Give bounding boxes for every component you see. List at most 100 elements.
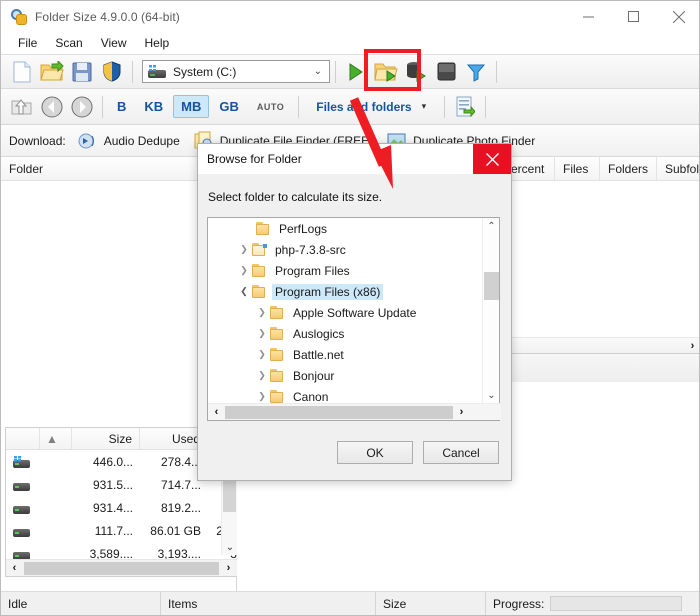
download-link-audio-dedupe[interactable]: Audio Dedupe [78, 132, 180, 150]
drive-icon [6, 496, 72, 519]
toolbar2-separator [102, 95, 103, 118]
column-header-folders[interactable]: Folders [600, 156, 657, 181]
window-title: Folder Size 4.9.0.0 (64-bit) [35, 9, 180, 24]
filter-funnel-icon[interactable] [461, 57, 491, 87]
scroll-up-icon[interactable]: ⌃ [483, 218, 500, 235]
tree-item-label: php-7.3.8-src [275, 242, 346, 257]
annotation-highlight-box [364, 49, 421, 91]
chevron-right-icon[interactable]: ❯ [236, 260, 252, 281]
folder-size-main-window: Folder Size 4.9.0.0 (64-bit) File Scan V… [0, 0, 700, 616]
table-row[interactable]: 931.4... 819.2... 112.2.. [6, 496, 237, 519]
tree-vscrollbar[interactable]: ⌃ ⌄ [482, 218, 499, 404]
tree-item-auslogics[interactable]: ❯ Auslogics [208, 323, 483, 344]
unit-button-gb[interactable]: GB [211, 95, 247, 118]
column-header-folder[interactable]: Folder [1, 156, 201, 181]
unit-button-kb[interactable]: KB [136, 95, 171, 118]
browse-for-folder-dialog: Browse for Folder Select folder to calcu… [197, 143, 512, 481]
folder-icon [270, 390, 285, 403]
toolbar-separator-3 [496, 60, 497, 83]
up-folder-icon[interactable] [7, 92, 37, 122]
tree-item-label: Auslogics [293, 326, 345, 341]
chevron-right-icon[interactable]: ❯ [254, 323, 270, 344]
tree-item-canon[interactable]: ❯ Canon [208, 386, 483, 404]
dialog-close-button[interactable] [473, 144, 511, 174]
tree-item-perflogs[interactable]: PerfLogs [208, 218, 483, 239]
tree-item-program-files-x86[interactable]: ❮ Program Files (x86) [208, 281, 483, 302]
scroll-right-icon[interactable]: › [220, 562, 237, 574]
chevron-right-icon[interactable]: ❯ [254, 365, 270, 386]
new-document-icon[interactable] [7, 57, 37, 87]
window-controls [566, 1, 699, 32]
drive-select-value: System (C:) [173, 64, 237, 79]
tree-item-label: Program Files (x86) [272, 283, 384, 300]
shield-icon[interactable] [97, 57, 127, 87]
menu-scan[interactable]: Scan [46, 34, 91, 52]
scroll-down-icon[interactable]: ⌄ [483, 387, 500, 404]
scroll-left-icon[interactable]: ‹ [6, 562, 23, 574]
tree-item-program-files[interactable]: ❯ Program Files [208, 260, 483, 281]
cancel-button[interactable]: Cancel [423, 441, 499, 464]
close-button[interactable] [656, 1, 699, 32]
hard-drive-icon [148, 65, 166, 78]
folder-icon [270, 348, 285, 361]
unit-button-auto[interactable]: AUTO [249, 98, 292, 116]
open-folder-icon[interactable] [37, 57, 67, 87]
scroll-right-icon[interactable]: › [684, 340, 699, 352]
dialog-button-row: OK Cancel [198, 441, 511, 464]
drive-list-hscrollbar[interactable]: ‹ › [6, 559, 237, 576]
unit-button-b[interactable]: B [109, 95, 134, 118]
export-report-icon[interactable] [450, 92, 480, 122]
download-bar-label: Download: [9, 133, 66, 148]
drive-col-icon[interactable] [6, 428, 40, 450]
tree-hscrollbar[interactable]: ‹ › [208, 403, 501, 420]
menu-file[interactable]: File [9, 34, 46, 52]
tree-item-php-src[interactable]: ❯ php-7.3.8-src [208, 239, 483, 260]
hscrollbar-thumb[interactable] [24, 561, 219, 575]
status-progress-bar [550, 596, 683, 611]
forward-icon[interactable] [67, 92, 97, 122]
drive-col-size[interactable]: Size [72, 428, 140, 450]
column-header-subfolder[interactable]: Subfolder [657, 157, 699, 181]
tree-item-label: Battle.net [293, 347, 344, 362]
app-icon [11, 8, 27, 25]
tree-item-apple-software-update[interactable]: ❯ Apple Software Update [208, 302, 483, 323]
stop-icon[interactable] [431, 57, 461, 87]
maximize-button[interactable] [611, 1, 656, 32]
menu-view[interactable]: View [92, 34, 136, 52]
audio-dedupe-icon [78, 133, 94, 148]
drive-icon [6, 519, 72, 542]
vscrollbar-thumb[interactable] [484, 272, 499, 300]
folder-tree[interactable]: PerfLogs ❯ php-7.3.8-src ❯ Program Files… [207, 217, 501, 421]
unit-button-mb[interactable]: MB [173, 95, 210, 118]
cell-size: 111.7... [94, 523, 133, 538]
scroll-right-icon[interactable]: › [453, 406, 470, 418]
menu-help[interactable]: Help [136, 34, 179, 52]
chevron-down-icon[interactable]: ▾ [422, 101, 427, 112]
chevron-down-icon[interactable]: ❮ [236, 281, 252, 302]
chevron-right-icon[interactable]: ❯ [236, 239, 252, 260]
tree-item-bonjour[interactable]: ❯ Bonjour [208, 365, 483, 386]
hscrollbar-thumb[interactable] [225, 405, 453, 419]
chevron-right-icon[interactable]: ❯ [254, 344, 270, 365]
drive-select[interactable]: System (C:) ⌄ [142, 60, 330, 83]
scroll-left-icon[interactable]: ‹ [208, 406, 225, 418]
cell-used: 86.01 GB [150, 523, 201, 538]
scroll-down-icon[interactable]: ⌄ [222, 539, 237, 555]
ok-button[interactable]: OK [337, 441, 413, 464]
tree-item-label: PerfLogs [279, 221, 328, 236]
status-bar: Idle Items Size Progress: [1, 591, 699, 615]
back-icon[interactable] [37, 92, 67, 122]
minimize-button[interactable] [566, 1, 611, 32]
cell-used: 819.2... [160, 500, 201, 515]
tree-item-battle-net[interactable]: ❯ Battle.net [208, 344, 483, 365]
table-row[interactable]: 111.7... 86.01 GB 25.78 GB [6, 519, 237, 542]
chevron-right-icon[interactable]: ❯ [254, 386, 270, 404]
download-link-label: Audio Dedupe [103, 133, 180, 148]
save-disk-icon[interactable] [67, 57, 97, 87]
column-header-files[interactable]: Files [555, 156, 600, 181]
folder-tree-viewport: PerfLogs ❯ php-7.3.8-src ❯ Program Files… [208, 218, 483, 404]
drive-col-sort-indicator[interactable]: ▲ [40, 428, 72, 450]
view-mode-label[interactable]: Files and folders [316, 100, 411, 114]
chevron-right-icon[interactable]: ❯ [254, 302, 270, 323]
status-progress-label: Progress: [493, 596, 545, 611]
